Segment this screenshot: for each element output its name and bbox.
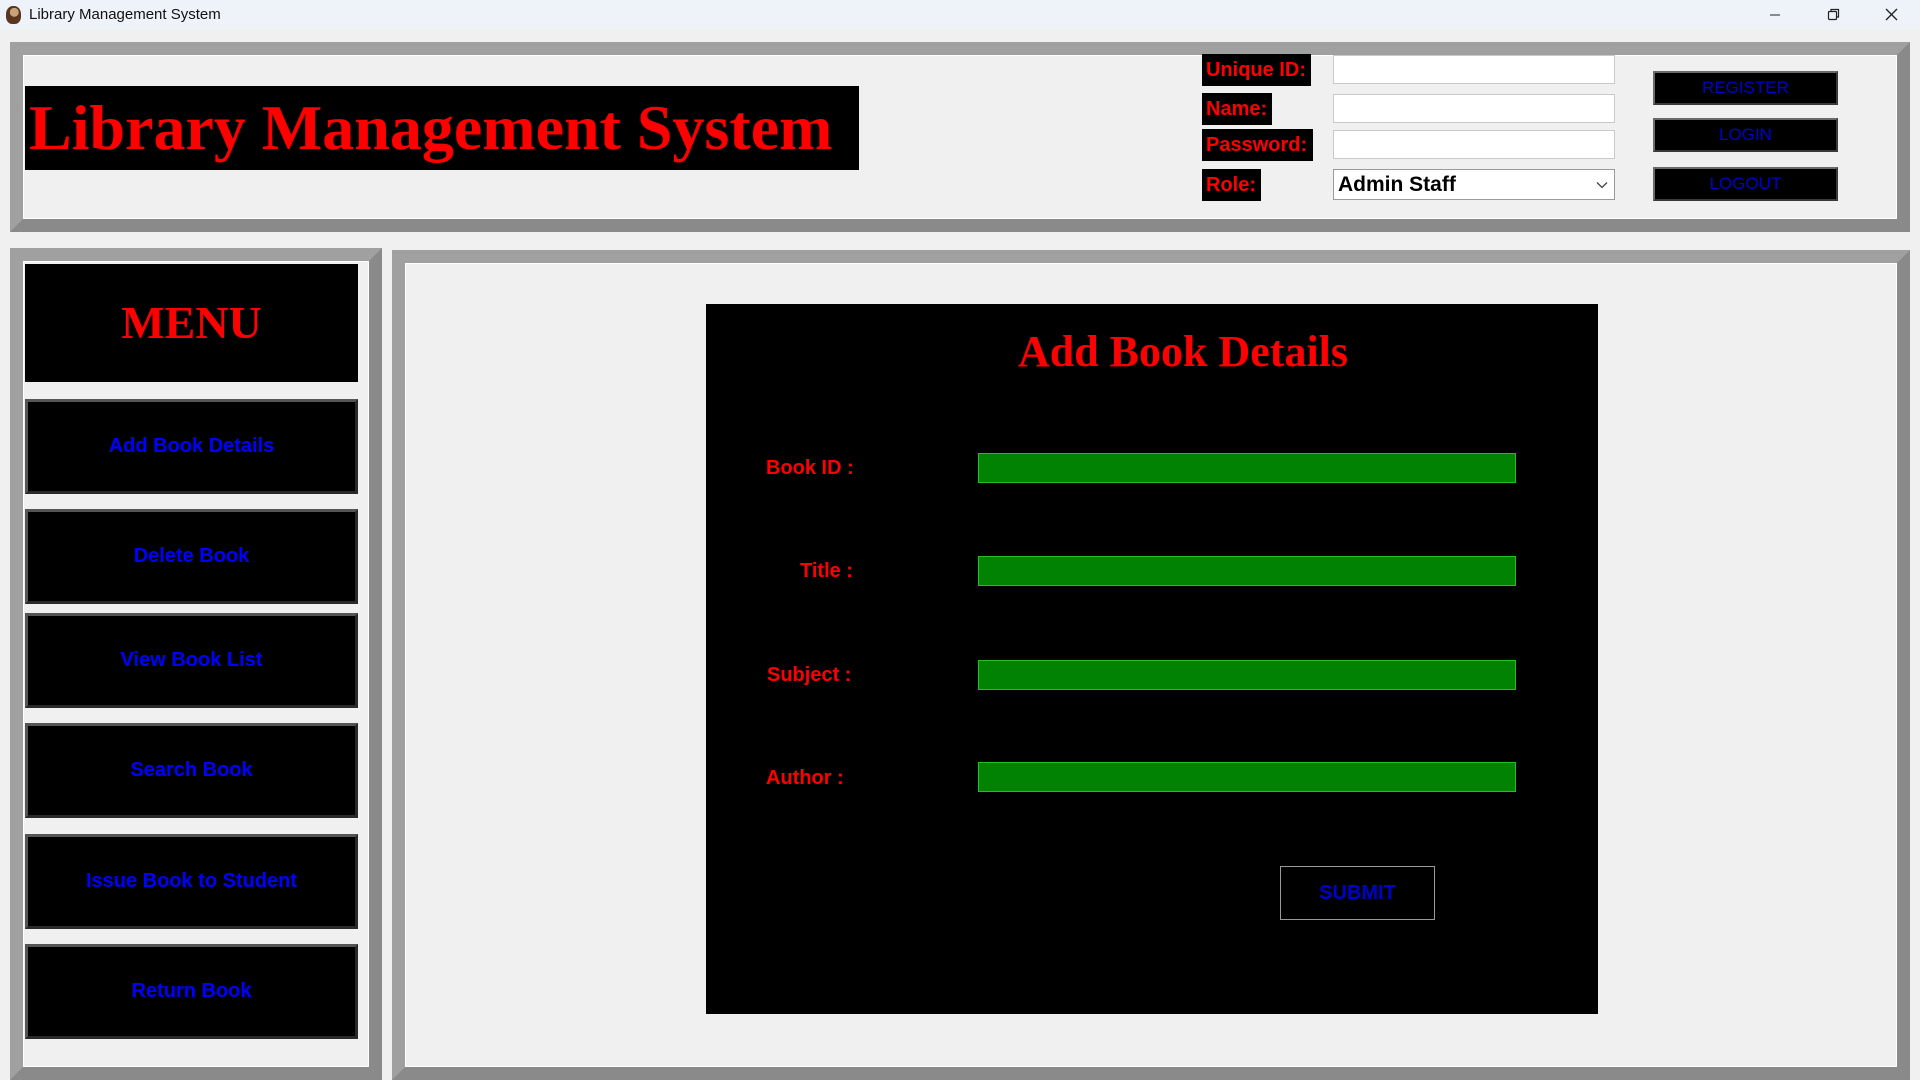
title-input[interactable] <box>979 557 1515 585</box>
chevron-down-icon[interactable] <box>1590 181 1614 189</box>
form-title: Add Book Details <box>1017 327 1349 376</box>
author-input[interactable] <box>979 763 1515 791</box>
password-field[interactable] <box>1333 130 1615 159</box>
title-field[interactable] <box>978 556 1516 586</box>
register-button[interactable]: REGISTER <box>1653 71 1838 105</box>
menu-search-book-button[interactable]: Search Book <box>25 723 358 818</box>
menu-return-book-button[interactable]: Return Book <box>25 944 358 1039</box>
book-id-field[interactable] <box>978 453 1516 483</box>
book-id-input[interactable] <box>979 454 1515 482</box>
logout-button[interactable]: LOGOUT <box>1653 167 1838 201</box>
subject-label: Subject : <box>767 664 852 686</box>
close-icon[interactable] <box>1862 0 1920 29</box>
name-field[interactable] <box>1333 94 1615 123</box>
password-input[interactable] <box>1334 131 1614 158</box>
subject-input[interactable] <box>979 661 1515 689</box>
unique-id-label: Unique ID: <box>1202 54 1311 86</box>
submit-button[interactable]: SUBMIT <box>1280 866 1435 920</box>
password-label: Password: <box>1202 129 1313 161</box>
book-id-label: Book ID : <box>766 457 854 479</box>
menu-view-book-list-button[interactable]: View Book List <box>25 613 358 708</box>
add-book-panel: Add Book Details Book ID : Title : Subje… <box>706 304 1598 1014</box>
role-label: Role: <box>1202 169 1261 201</box>
window-title-bar: Library Management System <box>0 0 1920 29</box>
menu-issue-book-button[interactable]: Issue Book to Student <box>25 834 358 929</box>
role-selected-value: Admin Staff <box>1338 172 1456 196</box>
login-button[interactable]: LOGIN <box>1653 118 1838 152</box>
name-input[interactable] <box>1334 95 1614 122</box>
author-label: Author : <box>766 767 844 789</box>
author-field[interactable] <box>978 762 1516 792</box>
app-title: Library Management System <box>25 86 859 170</box>
subject-field[interactable] <box>978 660 1516 690</box>
unique-id-field[interactable] <box>1333 55 1615 84</box>
unique-id-input[interactable] <box>1334 56 1614 83</box>
app-icon <box>6 5 21 24</box>
name-label: Name: <box>1202 93 1272 125</box>
role-dropdown[interactable]: Admin Staff <box>1333 169 1615 200</box>
restore-icon[interactable] <box>1804 0 1862 29</box>
menu-add-book-button[interactable]: Add Book Details <box>25 399 358 494</box>
title-label: Title : <box>800 560 853 582</box>
menu-delete-book-button[interactable]: Delete Book <box>25 509 358 604</box>
minimize-icon[interactable] <box>1746 0 1804 29</box>
menu-title: MENU <box>25 264 358 382</box>
window-controls <box>1746 0 1920 29</box>
window-title: Library Management System <box>29 6 221 23</box>
